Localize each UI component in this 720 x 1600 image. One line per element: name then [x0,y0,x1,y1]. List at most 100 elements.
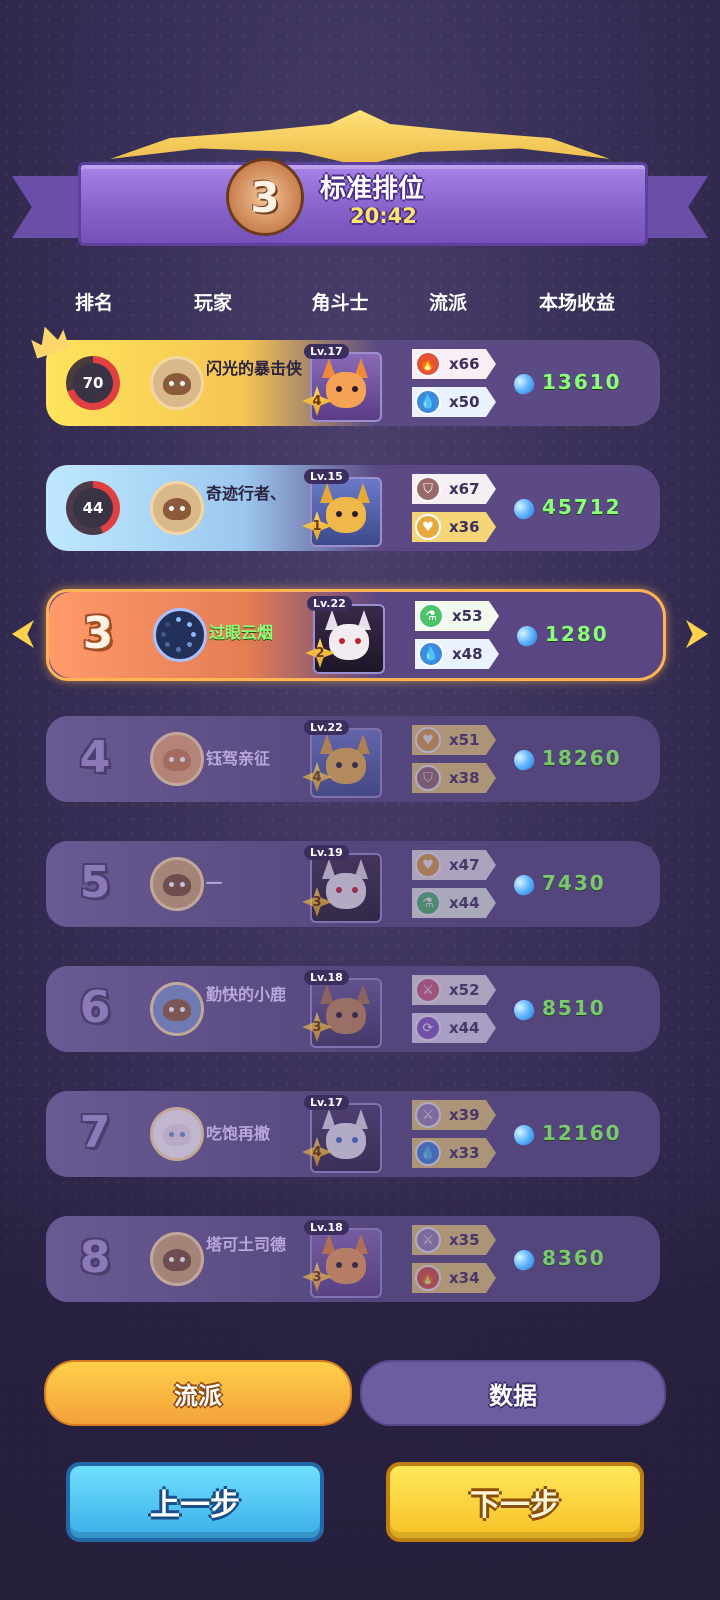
earnings-value: 12160 [542,1121,622,1145]
previous-step-button[interactable]: 上一步 [66,1462,324,1542]
fighter-portrait[interactable] [310,1103,382,1173]
next-step-button[interactable]: 下一步 [386,1462,644,1542]
school-chip[interactable]: ⟳ x44 [412,1013,496,1043]
rank-number: 4 [79,732,111,783]
ranking-row[interactable]: 4 钰驾亲征 Lv.22 4 ♥ x51 ⛉ x38 18260 [46,716,660,802]
tab-data[interactable]: 数据 [360,1360,666,1426]
tab-school[interactable]: 流派 [44,1360,352,1426]
player-avatar[interactable] [150,1107,204,1161]
earnings-value: 45712 [542,495,622,519]
earnings-value: 13610 [542,370,622,394]
sword-icon: ⚔ [415,977,441,1003]
fire-icon: 🔥 [415,351,441,377]
final-rank-emblem: 3 [226,158,304,236]
school-count: x34 [449,1269,480,1287]
fighter-portrait[interactable] [310,978,382,1048]
ranking-row[interactable]: 8 塔可土司德 Lv.18 3 ⚔ x35 🔥 x34 8360 [46,1216,660,1302]
school-chip[interactable]: ♥ x47 [412,850,496,880]
ranking-row[interactable]: 7 吃饱再撤 Lv.17 4 ⚔ x39 💧 x33 12160 [46,1091,660,1177]
ranking-row[interactable]: 5 一 Lv.19 3 ♥ x47 ⚗ x44 7430 [46,841,660,927]
school-chip[interactable]: 💧 x48 [415,639,499,669]
gem-icon [511,997,537,1023]
player-avatar[interactable] [150,356,204,410]
heart-icon: ♥ [415,852,441,878]
player-avatar[interactable] [153,608,207,662]
school-chip[interactable]: ♥ x36 [412,512,496,542]
gem-icon [511,747,537,773]
earnings-value: 18260 [542,746,622,770]
heart-icon: ♥ [415,727,441,753]
school-chip[interactable]: ⛉ x67 [412,474,496,504]
school-chip[interactable]: ⚔ x35 [412,1225,496,1255]
fighter-level: Lv.17 [304,1095,349,1110]
school-count: x53 [452,607,483,625]
school-chip[interactable]: ⚔ x39 [412,1100,496,1130]
player-name: 过眼云烟 [209,623,274,642]
ranking-row[interactable]: 6 勤快的小鹿 Lv.18 3 ⚔ x52 ⟳ x44 8510 [46,966,660,1052]
school-chip[interactable]: ⚗ x44 [412,888,496,918]
earnings-value: 8510 [542,996,606,1020]
rank-banner: 3 标准排位 20:42 [0,100,720,260]
column-header-earnings: 本场收益 [538,292,616,314]
mode-title: 标准排位 [320,174,425,204]
school-chip[interactable]: 🔥 x66 [412,349,496,379]
fighter-level: Lv.18 [304,970,349,985]
player-name: 一 [206,874,223,893]
fighter-level: Lv.18 [304,1220,349,1235]
health-value: 44 [82,499,104,517]
player-name: 奇迹行者、 [206,484,287,503]
school-count: x36 [449,518,480,536]
school-chip[interactable]: ♥ x51 [412,725,496,755]
school-chip[interactable]: 🔥 x34 [412,1263,496,1293]
player-name: 塔可土司德 [206,1235,287,1254]
fighter-level: Lv.19 [304,845,349,860]
fire-icon: 🔥 [415,1265,441,1291]
fighter-portrait[interactable] [310,728,382,798]
player-name: 勤快的小鹿 [206,985,287,1004]
school-count: x51 [449,731,480,749]
player-avatar[interactable] [150,982,204,1036]
school-chip[interactable]: ⛉ x38 [412,763,496,793]
player-avatar[interactable] [150,481,204,535]
fighter-portrait[interactable] [313,604,385,674]
school-chip[interactable]: ⚔ x52 [412,975,496,1005]
school-count: x44 [449,894,480,912]
gem-icon [511,872,537,898]
school-count: x67 [449,480,480,498]
fighter-level: Lv.15 [304,469,349,484]
player-avatar[interactable] [150,1232,204,1286]
match-timer: 20:42 [350,204,417,228]
fighter-portrait[interactable] [310,853,382,923]
player-name: 闪光的暴击侠 [206,359,303,378]
school-count: x38 [449,769,480,787]
fighter-portrait[interactable] [310,1228,382,1298]
sword-icon: ⚔ [415,1102,441,1128]
school-count: x50 [449,393,480,411]
health-ring: 70 [66,356,120,410]
school-chip[interactable]: 💧 x50 [412,387,496,417]
fighter-level: Lv.22 [304,720,349,735]
gem-icon [511,1247,537,1273]
fighter-portrait[interactable] [310,477,382,547]
player-avatar[interactable] [150,857,204,911]
rank-number: 6 [79,982,111,1033]
water-drop-icon: 💧 [418,641,444,667]
school-chip[interactable]: ⚗ x53 [415,601,499,631]
potion-icon: ⚗ [415,890,441,916]
player-name: 吃饱再撤 [206,1124,271,1143]
ranking-row[interactable]: 44 奇迹行者、 Lv.15 1 ⛉ x67 ♥ x36 45712 [46,465,660,551]
rank-number: 7 [79,1107,111,1158]
earnings-value: 1280 [545,622,609,646]
gem-icon [511,1122,537,1148]
gem-icon [511,371,537,397]
player-avatar[interactable] [150,732,204,786]
ranking-row-current-player[interactable]: 3 过眼云烟 Lv.22 2 ⚗ x53 💧 x48 1280 [46,589,666,681]
ranking-row[interactable]: 70 闪光的暴击侠 Lv.17 4 🔥 x66 💧 x50 13610 [46,340,660,426]
earnings-value: 7430 [542,871,606,895]
potion-icon: ⚗ [418,603,444,629]
cycle-icon: ⟳ [415,1015,441,1041]
water-drop-icon: 💧 [415,1140,441,1166]
school-chip[interactable]: 💧 x33 [412,1138,496,1168]
final-rank-number: 3 [250,172,280,222]
fighter-portrait[interactable] [310,352,382,422]
